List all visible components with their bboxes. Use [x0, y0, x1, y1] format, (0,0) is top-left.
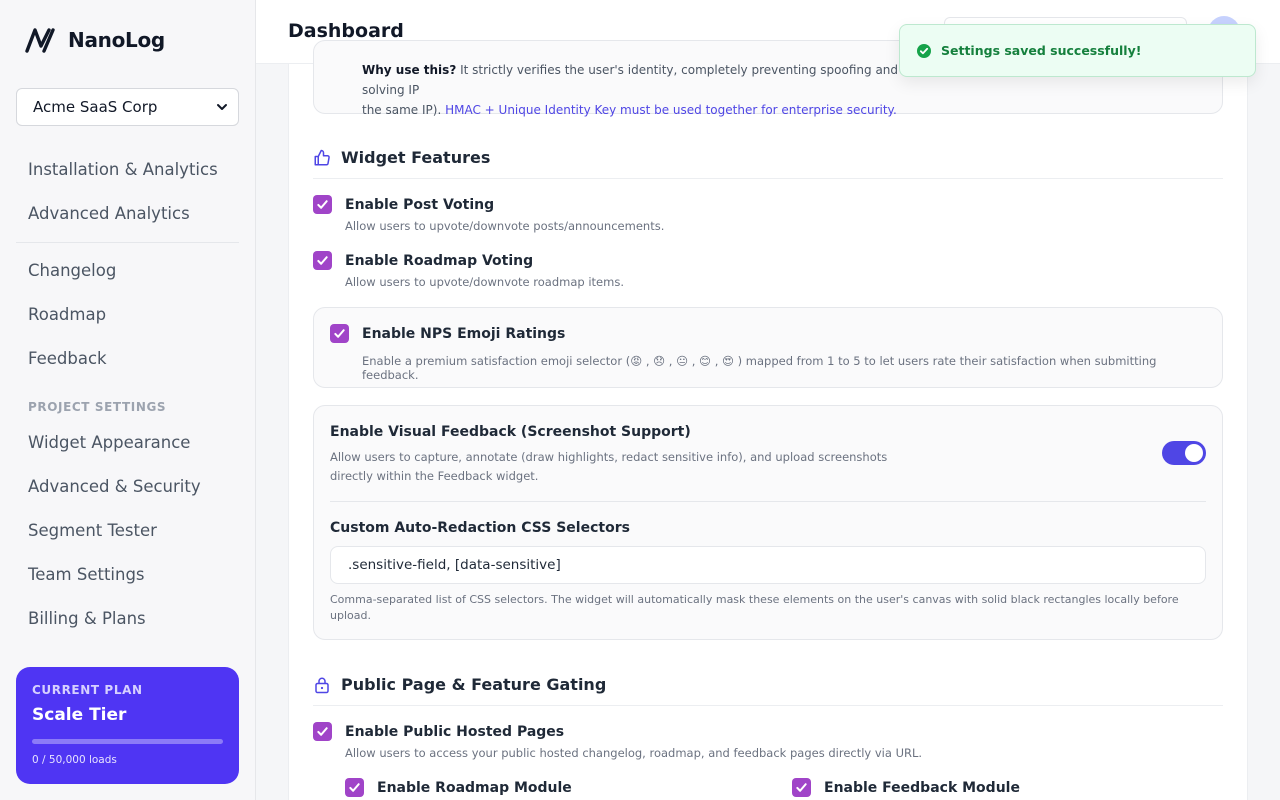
plan-name: Scale Tier [32, 705, 127, 725]
check-icon [334, 329, 345, 338]
identity-note-link: HMAC + Unique Identity Key must be used … [445, 103, 897, 117]
nanolog-logo-icon [25, 28, 55, 53]
sidebar-item-roadmap[interactable]: Roadmap [28, 305, 106, 324]
feedback-module-label[interactable]: Enable Feedback Module [824, 780, 1020, 796]
public-page-title: Public Page & Feature Gating [341, 675, 607, 694]
brand[interactable]: NanoLog [24, 26, 165, 54]
lock-icon [315, 677, 329, 693]
sidebar-item-team-settings[interactable]: Team Settings [28, 565, 145, 584]
css-selectors-help: Comma-separated list of CSS selectors. T… [330, 593, 1179, 622]
sidebar-item-advanced-analytics[interactable]: Advanced Analytics [28, 204, 190, 223]
page-title: Dashboard [288, 20, 404, 42]
identity-note-bold: Why use this? [362, 63, 457, 77]
sidebar: NanoLog Acme SaaS Corp Installation & An… [0, 0, 256, 800]
sidebar-item-feedback[interactable]: Feedback [28, 349, 107, 368]
identity-note-line2: the same IP). [362, 103, 446, 117]
sidebar-item-widget-appearance[interactable]: Widget Appearance [28, 433, 190, 452]
public-hosted-label[interactable]: Enable Public Hosted Pages [345, 724, 564, 740]
public-hosted-desc: Allow users to access your public hosted… [345, 746, 923, 760]
success-toast[interactable]: Settings saved successfully! [899, 24, 1256, 77]
visual-feedback-desc: Allow users to capture, annotate (draw h… [330, 448, 887, 486]
visual-feedback-toggle[interactable] [1162, 441, 1206, 465]
public-page-heading: Public Page & Feature Gating [313, 675, 606, 694]
section-divider [313, 705, 1223, 706]
toggle-knob [1185, 444, 1203, 462]
widget-features-title: Widget Features [341, 148, 491, 167]
visual-feedback-desc-line1: Allow users to capture, annotate (draw h… [330, 450, 888, 464]
identity-note: Why use this? It strictly verifies the u… [362, 60, 922, 120]
css-selectors-input[interactable]: .sensitive-field, [data-sensitive] [330, 546, 1206, 584]
check-circle-icon [917, 43, 931, 58]
nps-label[interactable]: Enable NPS Emoji Ratings [362, 326, 565, 342]
css-selectors-label: Custom Auto-Redaction CSS Selectors [330, 520, 630, 536]
visual-feedback-desc-line2: directly within the Feedback widget. [330, 469, 539, 483]
post-voting-desc: Allow users to upvote/downvote posts/ann… [345, 219, 665, 233]
post-voting-label[interactable]: Enable Post Voting [345, 197, 494, 213]
roadmap-voting-desc: Allow users to upvote/downvote roadmap i… [345, 275, 624, 289]
public-hosted-checkbox[interactable] [313, 722, 332, 741]
inner-divider [330, 501, 1206, 502]
plan-kicker: CURRENT PLAN [32, 683, 143, 697]
chevron-down-icon [217, 104, 227, 110]
sidebar-item-advanced-security[interactable]: Advanced & Security [28, 477, 201, 496]
roadmap-voting-label[interactable]: Enable Roadmap Voting [345, 253, 533, 269]
nps-desc: Enable a premium satisfaction emoji sele… [362, 354, 1157, 382]
roadmap-module-label[interactable]: Enable Roadmap Module [377, 780, 572, 796]
roadmap-voting-checkbox[interactable] [313, 251, 332, 270]
sidebar-item-changelog[interactable]: Changelog [28, 261, 116, 280]
check-icon [317, 256, 328, 265]
widget-features-heading: Widget Features [313, 148, 490, 167]
organization-select[interactable]: Acme SaaS Corp [16, 88, 239, 126]
section-divider [313, 178, 1223, 179]
visual-feedback-label: Enable Visual Feedback (Screenshot Suppo… [330, 424, 691, 440]
sidebar-divider [16, 242, 239, 243]
project-settings-heading: PROJECT SETTINGS [28, 400, 167, 414]
current-plan-card[interactable]: CURRENT PLAN Scale Tier 0 / 50,000 loads [16, 667, 239, 784]
toast-message: Settings saved successfully! [941, 43, 1142, 58]
sidebar-item-segment-tester[interactable]: Segment Tester [28, 521, 157, 540]
check-icon [796, 783, 807, 792]
check-icon [317, 200, 328, 209]
nps-checkbox[interactable] [330, 324, 349, 343]
sidebar-item-billing-plans[interactable]: Billing & Plans [28, 609, 146, 628]
plan-usage-text: 0 / 50,000 loads [32, 754, 117, 766]
feedback-module-checkbox[interactable] [792, 778, 811, 797]
roadmap-module-checkbox[interactable] [345, 778, 364, 797]
brand-name: NanoLog [68, 28, 165, 52]
sidebar-item-installation-analytics[interactable]: Installation & Analytics [28, 160, 218, 179]
organization-select-value: Acme SaaS Corp [33, 98, 158, 116]
thumbs-up-icon [314, 149, 330, 165]
post-voting-checkbox[interactable] [313, 195, 332, 214]
check-icon [349, 783, 360, 792]
plan-usage-bar [32, 739, 223, 744]
check-icon [317, 727, 328, 736]
